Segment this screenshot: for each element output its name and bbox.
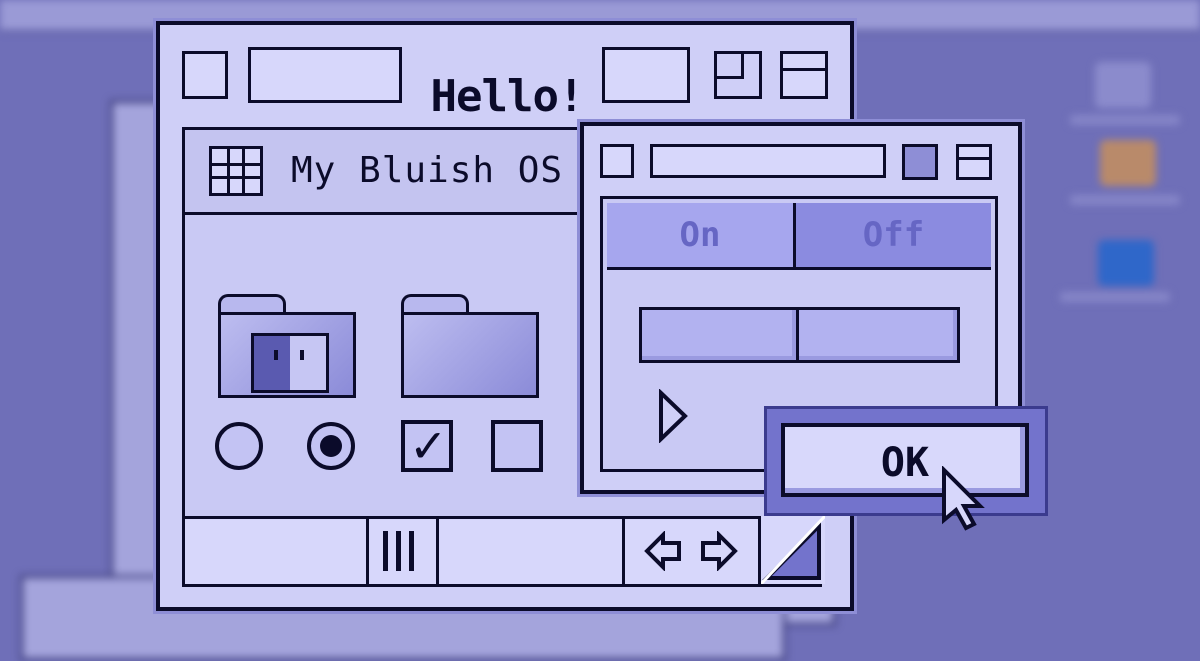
finder-face-icon (251, 333, 329, 393)
zoom-box-small-icon[interactable] (902, 144, 938, 180)
radio-button-checked[interactable] (307, 422, 355, 470)
toggle-on-label: On (679, 215, 721, 255)
title-bar-field (650, 144, 886, 178)
left-arrow-icon[interactable] (643, 531, 683, 571)
close-box[interactable] (182, 51, 228, 99)
title-bar-field-left (248, 47, 402, 103)
grid-icon (209, 146, 263, 196)
collapse-box-small-icon[interactable] (956, 144, 992, 180)
radio-button-unchecked[interactable] (215, 422, 263, 470)
scroll-arrows[interactable] (625, 516, 761, 584)
play-arrow-icon[interactable] (657, 389, 689, 443)
finder-folder-icon[interactable] (218, 294, 356, 398)
title-bar-field-right (602, 47, 690, 103)
checkbox-checked[interactable]: ✓ (401, 420, 453, 472)
scroll-thumb[interactable] (369, 516, 439, 584)
app-icon (1100, 140, 1156, 186)
ok-button-frame: OK (764, 406, 1048, 516)
status-field-left (185, 516, 369, 584)
collapse-box-icon[interactable] (780, 51, 828, 99)
ok-button-label: OK (880, 440, 930, 486)
close-box-small[interactable] (600, 144, 634, 178)
toggle-off-button[interactable]: Off (796, 203, 991, 270)
window-title: Hello! (430, 71, 585, 122)
folder-desktop-icon (1098, 240, 1154, 286)
right-arrow-icon[interactable] (699, 531, 739, 571)
input-field-left[interactable] (639, 307, 799, 363)
resize-grip-icon[interactable] (761, 516, 825, 584)
checkbox-unchecked[interactable] (491, 420, 543, 472)
ok-button[interactable]: OK (781, 423, 1029, 497)
toggle-on-button[interactable]: On (607, 203, 796, 270)
input-field-right[interactable] (796, 307, 960, 363)
toggle-off-label: Off (862, 215, 925, 255)
status-field-middle (439, 516, 625, 584)
folder-window-title: My Bluish OS (291, 150, 564, 191)
check-icon: ✓ (409, 419, 448, 473)
folder-icon[interactable] (401, 294, 539, 398)
drive-icon (1095, 62, 1151, 108)
pointer-cursor-icon (942, 466, 985, 531)
zoom-box-icon[interactable] (714, 51, 762, 99)
